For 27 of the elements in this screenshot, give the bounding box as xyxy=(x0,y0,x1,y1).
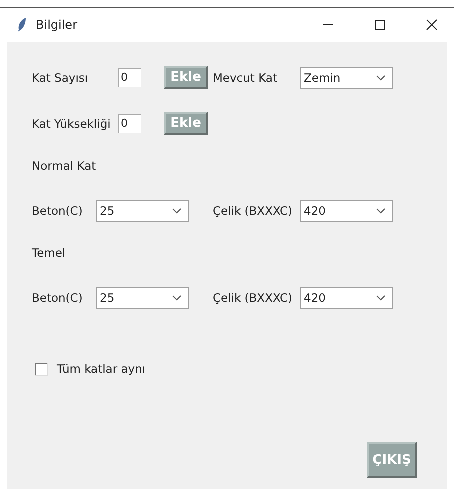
concrete-dropdown[interactable]: 25 xyxy=(96,287,189,309)
current-floor-label: Mevcut Kat xyxy=(213,70,278,84)
floor-count-label: Kat Sayısı xyxy=(32,70,90,84)
feather-icon xyxy=(17,17,27,33)
maximize-icon[interactable] xyxy=(374,19,386,31)
concrete-label: Beton(C) xyxy=(32,291,84,305)
chevron-icon xyxy=(376,295,386,301)
steel-dropdown[interactable]: 420 xyxy=(300,287,393,309)
concrete-dropdown[interactable]: 25 xyxy=(96,200,189,222)
steel-label: Çelik (BXXXC) xyxy=(213,204,294,218)
floor-count-field[interactable]: 0 xyxy=(118,68,141,87)
section-heading: Temel xyxy=(32,246,67,261)
window-title: Bilgiler xyxy=(36,18,78,32)
current-floor-dropdown[interactable]: Zemin xyxy=(300,66,393,88)
section-heading: Normal Kat xyxy=(32,159,98,174)
chevron-icon xyxy=(172,208,182,214)
close-icon[interactable] xyxy=(426,19,438,31)
chevron-icon xyxy=(376,208,386,214)
floor-height-label: Kat Yüksekliği xyxy=(32,116,112,130)
steel-dropdown[interactable]: 420 xyxy=(300,200,393,222)
floor-height-field[interactable]: 0 xyxy=(118,114,141,133)
checkbox-label: Tüm katlar aynı xyxy=(57,362,146,376)
chevron-icon xyxy=(172,295,182,301)
chevron-icon xyxy=(376,74,386,80)
checkbox[interactable] xyxy=(35,362,48,376)
steel-label: Çelik (BXXXC) xyxy=(213,291,294,305)
concrete-label: Beton(C) xyxy=(32,204,84,218)
